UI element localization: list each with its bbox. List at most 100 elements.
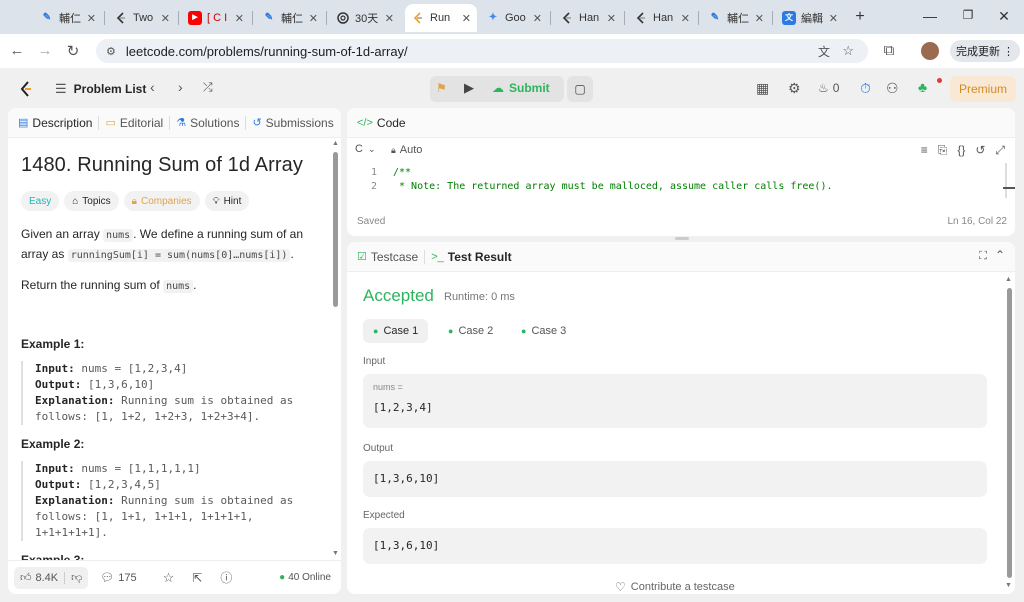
- topics-chip[interactable]: ⌂ Topics: [64, 191, 119, 211]
- back-button[interactable]: ←: [8, 42, 26, 59]
- expand-icon[interactable]: ⤢: [995, 143, 1005, 158]
- extensions-icon[interactable]: ⧉: [880, 42, 898, 59]
- case-1-button[interactable]: ● Case 1: [363, 319, 429, 343]
- debug-icon[interactable]: ⚑: [436, 81, 447, 95]
- prev-problem-icon[interactable]: ‹: [150, 79, 155, 95]
- chevron-up-icon[interactable]: ⌃: [995, 248, 1005, 262]
- online-indicator: ● 40 Online: [279, 572, 331, 583]
- code-line[interactable]: /**: [393, 167, 411, 178]
- browser-tab[interactable]: Han ✕: [554, 4, 622, 32]
- hint-chip[interactable]: 💡︎ Hint: [204, 191, 250, 211]
- code-editor[interactable]: 1 /** 2 * Note: The returned array must …: [347, 163, 1015, 198]
- gemini-icon: ✦: [488, 12, 498, 23]
- layout-icon[interactable]: ▦: [756, 80, 769, 97]
- close-icon[interactable]: ✕: [462, 12, 471, 25]
- close-icon[interactable]: ✕: [607, 12, 616, 25]
- close-icon[interactable]: ✕: [87, 12, 96, 25]
- close-icon[interactable]: ✕: [755, 12, 764, 25]
- explanation-label: Explanation:: [35, 494, 115, 507]
- close-icon[interactable]: ✕: [385, 12, 394, 25]
- tree-icon[interactable]: ♣: [918, 79, 927, 95]
- close-icon[interactable]: ✕: [681, 12, 690, 25]
- tab-editorial[interactable]: ▭ Editorial: [99, 116, 169, 130]
- restore-button[interactable]: ❐: [958, 8, 978, 22]
- panel-resize-handle[interactable]: [675, 237, 689, 240]
- tab-solutions[interactable]: ⚗ Solutions: [170, 116, 245, 130]
- reset-icon[interactable]: ↺: [975, 143, 985, 158]
- tab-code[interactable]: </> Code: [347, 116, 412, 130]
- close-window-button[interactable]: ✕: [994, 8, 1014, 25]
- tab-test-result-label: Test Result: [447, 249, 512, 264]
- bookmark-icon[interactable]: ⎘: [938, 143, 948, 158]
- edit-icon: ✎: [710, 12, 720, 23]
- run-button[interactable]: ▶: [464, 80, 474, 96]
- premium-button[interactable]: Premium: [950, 76, 1016, 102]
- translate-icon[interactable]: 文: [818, 43, 830, 60]
- autocomplete-mode[interactable]: 🔒︎ Auto: [391, 144, 422, 156]
- next-problem-icon[interactable]: ›: [178, 79, 183, 95]
- maximize-icon[interactable]: ⛶: [979, 250, 987, 263]
- browser-tab[interactable]: Two ✕: [108, 4, 176, 32]
- language-select[interactable]: C ⌄: [355, 143, 376, 155]
- format-icon[interactable]: ≡: [921, 143, 928, 158]
- tab-testcase[interactable]: ☑ Testcase: [347, 250, 424, 264]
- minimize-button[interactable]: —: [920, 8, 940, 24]
- help-icon[interactable]: ⓘ: [220, 569, 232, 586]
- close-icon[interactable]: ✕: [161, 12, 170, 25]
- reload-button[interactable]: ↻: [64, 42, 82, 60]
- companies-chip[interactable]: 🔒︎ Companies: [123, 191, 200, 211]
- omnibox[interactable]: ⚙ leetcode.com/problems/running-sum-of-1…: [96, 39, 868, 63]
- star-icon[interactable]: ☆: [163, 570, 175, 586]
- leetcode-logo[interactable]: [18, 80, 34, 101]
- browser-tab-label: [ C I: [207, 12, 228, 24]
- browser-tab[interactable]: ✎ 輔仁 ✕: [34, 4, 102, 32]
- case-3-button[interactable]: ● Case 3: [511, 319, 576, 343]
- browser-tab[interactable]: Han ✕: [628, 4, 696, 32]
- case-2-button[interactable]: ● Case 2: [438, 319, 503, 343]
- close-icon[interactable]: ✕: [235, 12, 244, 25]
- avatar[interactable]: [921, 42, 939, 60]
- new-tab-button[interactable]: +: [850, 8, 870, 26]
- code-line[interactable]: * Note: The returned array must be mallo…: [393, 181, 832, 192]
- saved-status: Saved: [357, 216, 386, 227]
- description-scrollbar[interactable]: ▲ ▼: [331, 140, 339, 560]
- tab-test-result[interactable]: >_ Test Result: [425, 250, 517, 264]
- expected-value: [1,3,6,10]: [373, 539, 440, 552]
- comments-button[interactable]: 💬︎ 175: [100, 571, 136, 585]
- browser-tab[interactable]: ✎ 輔仁 ✕: [702, 4, 770, 32]
- bookmark-star-icon[interactable]: ☆: [842, 43, 854, 59]
- problem-list-button[interactable]: ☰ Problem List: [55, 81, 146, 97]
- shuffle-icon[interactable]: ⤮: [203, 80, 213, 95]
- thumbs-down-icon[interactable]: 👎︎: [71, 571, 82, 584]
- browser-tab[interactable]: ▶ [ C I ✕: [182, 4, 250, 32]
- submit-button[interactable]: ☁ Submit: [492, 81, 550, 95]
- input-label: Input:: [35, 362, 75, 375]
- streak-counter[interactable]: ♨ 0: [818, 81, 839, 95]
- tab-submissions[interactable]: ↺ Submissions: [246, 116, 339, 130]
- openai-icon: [336, 11, 350, 25]
- add-friend-icon[interactable]: ⚇: [886, 80, 899, 97]
- close-icon[interactable]: ✕: [829, 12, 838, 25]
- url-text[interactable]: leetcode.com/problems/running-sum-of-1d-…: [126, 44, 408, 59]
- browser-tab[interactable]: 文 編輯 ✕: [776, 4, 844, 32]
- browser-tab[interactable]: ✎ 輔仁 ✕: [256, 4, 324, 32]
- browser-tab[interactable]: ✦ Goo ✕: [480, 4, 548, 32]
- code-header: </> Code: [347, 108, 1015, 138]
- close-icon[interactable]: ✕: [309, 12, 318, 25]
- share-icon[interactable]: ⇱: [192, 571, 202, 585]
- forward-button[interactable]: →: [36, 42, 54, 59]
- contribute-testcase-link[interactable]: ♡ Contribute a testcase: [615, 580, 735, 594]
- tab-description[interactable]: ▤ Description: [8, 116, 98, 130]
- notes-button[interactable]: ▢: [567, 76, 593, 102]
- site-info-icon[interactable]: ⚙: [106, 45, 116, 58]
- update-button[interactable]: 完成更新 ⋮: [950, 40, 1020, 62]
- browser-tab[interactable]: 30天 ✕: [330, 4, 400, 32]
- thumbs-up-icon[interactable]: 👍︎: [20, 571, 32, 584]
- browser-tab-active[interactable]: Run ✕: [405, 4, 477, 32]
- close-icon[interactable]: ✕: [533, 12, 542, 25]
- braces-icon[interactable]: {}: [957, 143, 965, 158]
- gear-icon[interactable]: ⚙: [788, 80, 801, 97]
- problem-title[interactable]: 1480. Running Sum of 1d Array: [21, 154, 321, 177]
- result-scrollbar[interactable]: ▲ ▼: [1005, 276, 1013, 592]
- timer-icon[interactable]: ⏱: [860, 80, 871, 97]
